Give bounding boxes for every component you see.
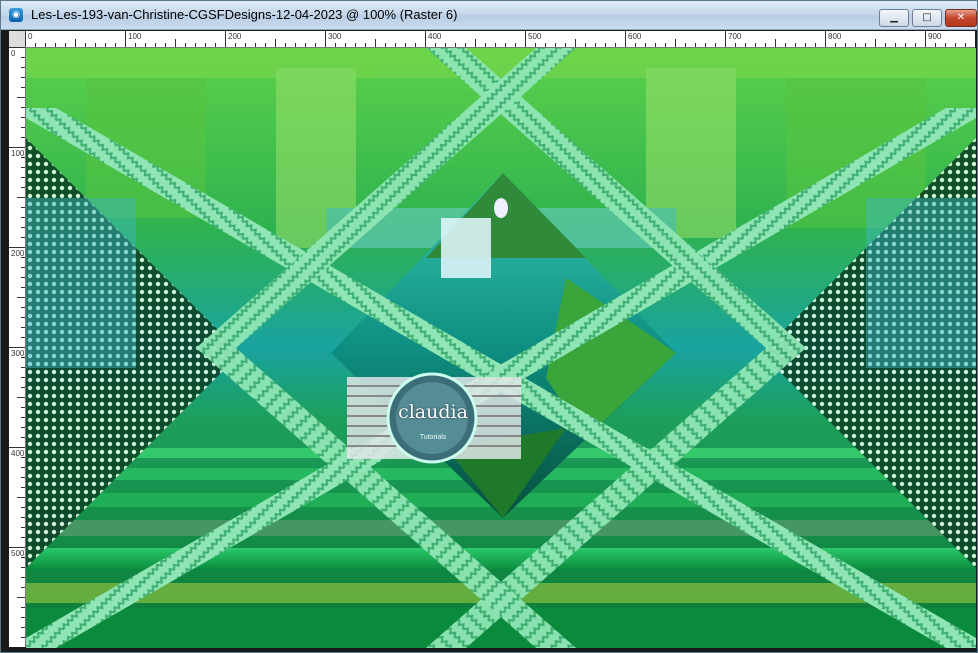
ruler-v-label: 300 [11, 349, 25, 358]
watermark-logo-text: claudia [398, 401, 468, 423]
ruler-h-label: 900 [928, 32, 942, 41]
ruler-v-label: 500 [11, 549, 25, 558]
ruler-h-label: 100 [128, 32, 142, 41]
artwork [26, 48, 976, 648]
ruler-h-label: 300 [328, 32, 342, 41]
watermark-logo-subtext: Tutorials [419, 434, 447, 441]
ruler-h-label: 800 [828, 32, 842, 41]
close-button[interactable]: ✕ [945, 9, 977, 27]
ruler-h-label: 700 [728, 32, 742, 41]
ruler-v-label: 100 [11, 149, 25, 158]
ruler-h-label: 500 [528, 32, 542, 41]
image-window: ◉ Les-Les-193-van-Christine-CGSFDesigns-… [0, 0, 978, 653]
ruler-h-label: 200 [228, 32, 242, 41]
ruler-h-label: 0 [28, 32, 33, 41]
ruler-v-label: 0 [11, 49, 16, 58]
waterfall [441, 218, 491, 278]
minimize-button[interactable]: ▁ [879, 9, 909, 27]
window-title: Les-Les-193-van-Christine-CGSFDesigns-12… [31, 7, 458, 22]
ruler-v-label: 400 [11, 449, 25, 458]
ruler-corner [9, 31, 26, 48]
maximize-button[interactable]: □ [912, 9, 942, 27]
vertical-ruler: 0 100 200 300 400 500 [9, 47, 26, 647]
ruler-h-label: 400 [428, 32, 442, 41]
ruler-v-label: 200 [11, 249, 25, 258]
app-icon: ◉ [9, 8, 23, 22]
ruler-h-label: 600 [628, 32, 642, 41]
title-bar[interactable]: ◉ Les-Les-193-van-Christine-CGSFDesigns-… [1, 1, 977, 30]
horizontal-ruler: 0 100 200 300 400 500 600 700 800 900 [25, 31, 975, 48]
image-canvas[interactable]: claudia Tutorials [26, 48, 976, 648]
